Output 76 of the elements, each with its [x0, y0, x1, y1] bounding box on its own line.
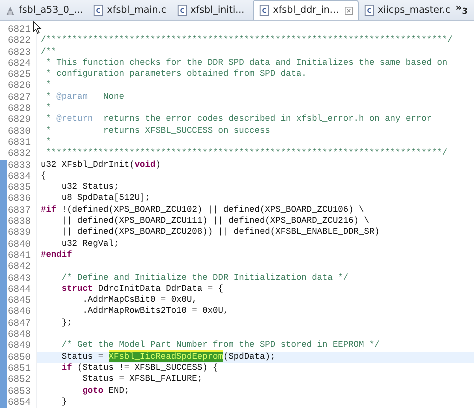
code-line: .AddrMapRowBits2To10 = 0x0U,	[36, 306, 474, 318]
line-number: 6849	[7, 340, 32, 352]
code-line: u32 XFsbl_DdrInit(void)	[36, 160, 474, 171]
line-number: 6832	[7, 148, 32, 160]
project-icon	[5, 4, 16, 16]
line-number: 6843	[7, 272, 32, 284]
code-line: Status = XFSBL_FAILURE;	[36, 374, 474, 386]
line-number: 6845	[7, 295, 32, 306]
code-line: #if !(defined(XPS_BOARD_ZCU102) || defined(XPS_BOARD_ZCU106) \	[36, 204, 474, 216]
code-line: ****************************************************************************/	[36, 148, 474, 160]
line-number: 6836	[7, 193, 32, 205]
editor-tab[interactable]: xfsbl_initi...	[172, 0, 254, 20]
line-number: 6835	[7, 182, 32, 194]
line-number: 6828	[7, 103, 32, 114]
line-number: 6829	[7, 114, 32, 126]
line-number: 6850	[7, 352, 32, 363]
code-line: u32 RegVal;	[36, 238, 474, 250]
code-line: u8 SpdData[512U];	[36, 193, 474, 205]
c-file-icon	[259, 5, 270, 16]
line-number: 6831	[7, 136, 32, 148]
editor-tab[interactable]: xfsbl_ddr_in...	[253, 0, 359, 20]
code-line: * @param None	[36, 92, 474, 104]
more-tabs-button[interactable]: »$_{3}$	[456, 0, 474, 20]
code-line: }	[36, 396, 474, 408]
line-number: 6840	[7, 238, 32, 250]
code-line: struct DdrcInitData DdrData = {	[36, 284, 474, 296]
editor-tab[interactable]: xiicps_master.c	[359, 0, 456, 20]
line-number: 6853	[7, 386, 32, 397]
line-number: 6821	[7, 24, 32, 36]
line-number: 6847	[7, 318, 32, 330]
line-number: 6838	[7, 216, 32, 228]
close-icon[interactable]	[345, 6, 353, 14]
code-line: *	[36, 80, 474, 92]
code-line: {	[36, 170, 474, 182]
line-number: 6852	[7, 374, 32, 386]
c-file-icon	[364, 4, 375, 16]
code-line: * returns XFSBL_SUCCESS on success	[36, 126, 474, 137]
code-line: * @return returns the error codes described in xfsbl_error.h on any error	[36, 114, 474, 126]
code-line: #endif	[36, 250, 474, 262]
code-line: * This function checks for the DDR SPD data and Initializes the same based on	[36, 58, 474, 70]
code-line: };	[36, 318, 474, 330]
code-line: /**	[36, 46, 474, 58]
code-line: .AddrMapCsBit0 = 0x0U,	[36, 295, 474, 306]
code-line: *	[36, 136, 474, 148]
c-file-icon	[176, 4, 188, 16]
line-number: 6827	[7, 92, 32, 104]
line-number: 6848	[7, 329, 32, 340]
line-number: 6824	[7, 58, 32, 70]
c-file-icon	[93, 4, 104, 16]
mouse-pointer-icon	[33, 21, 42, 35]
code-line: goto END;	[36, 386, 474, 397]
line-number: 6822	[7, 35, 32, 47]
line-number: 6851	[7, 362, 32, 374]
code-line: u32 Status;	[36, 182, 474, 194]
line-number: 6825	[7, 69, 32, 80]
line-number: 6846	[7, 306, 32, 318]
line-number: 6844	[7, 284, 32, 296]
editor-tab[interactable]: fsbl_a53_0_...	[0, 0, 88, 20]
code-line: if (Status != XFSBL_SUCCESS) {	[36, 362, 474, 374]
line-number: 6833	[7, 160, 32, 171]
line-number: 6837	[7, 204, 32, 216]
code-line: *	[36, 103, 474, 114]
line-number: 6854	[7, 396, 32, 408]
code-line: || defined(XPS_BOARD_ZCU208)) || defined(XFSBL_ENABLE_DDR_SR)	[36, 227, 474, 239]
line-number: 6830	[7, 126, 32, 137]
line-number: 6826	[7, 80, 32, 92]
line-number: 6823	[7, 46, 32, 58]
code-line: || defined(XPS_BOARD_ZCU111) || defined(XPS_BOARD_ZCU216) \	[36, 216, 474, 228]
line-number: 6841	[7, 250, 32, 262]
code-line: /* Define and Initialize the DDR Initialization data */	[36, 272, 474, 284]
line-number: 6839	[7, 227, 32, 239]
code-line: /*****************************************************************************/	[36, 35, 474, 47]
editor-tab[interactable]: xfsbl_main.c	[88, 0, 172, 20]
code-line: * configuration parameters obtained from SPD data.	[36, 69, 474, 80]
line-number: 6834	[7, 170, 32, 182]
line-number: 6842	[7, 261, 32, 273]
